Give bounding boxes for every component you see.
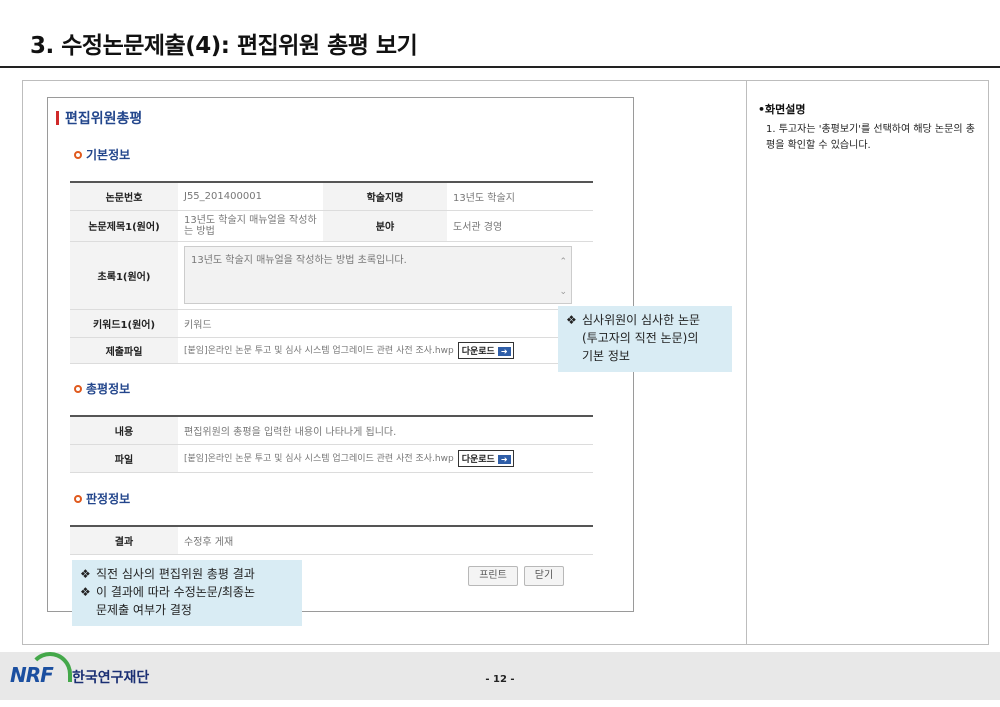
keyword-value: 키워드 — [178, 309, 593, 338]
paper-no-value: J55_201400001 — [178, 182, 323, 211]
callout-line: (투고자의 직전 논문)의 — [566, 329, 724, 347]
callout-line: 문제출 여부가 결정 — [80, 601, 294, 619]
section-bullet-icon — [74, 495, 82, 503]
description-text: 1. 투고자는 '총평보기'를 선택하여 해당 논문의 총평을 확인할 수 있습… — [766, 124, 975, 151]
section-review-label: 총평정보 — [86, 382, 131, 396]
slide-title: 3. 수정논문제출(4): 편집위원 총평 보기 — [30, 33, 418, 59]
file-label: 제출파일 — [70, 337, 178, 364]
table-row: 초록1(원어) 13년도 학술지 매뉴얼을 작성하는 방법 초록입니다. ⌃ ⌄ — [70, 241, 593, 310]
callout-text: 이 결과에 따라 수정논문/최종논 — [96, 585, 256, 599]
callout-review-result: ❖ 직전 심사의 편집위원 총평 결과 ❖ 이 결과에 따라 수정논문/최종논 문제… — [72, 560, 302, 626]
diamond-bullet-icon: ❖ — [80, 567, 91, 581]
basic-info-table: 논문번호 J55_201400001 학술지명 13년도 학술지 논문제목1(원… — [70, 181, 593, 364]
callout-line: ❖ 심사위원이 심사한 논문 — [566, 311, 724, 329]
decision-info-table: 결과 수정후 게재 — [70, 525, 593, 555]
page-number: - 12 - — [485, 674, 515, 685]
diamond-bullet-icon: ❖ — [80, 585, 91, 599]
arrow-right-icon: ➜ — [497, 454, 511, 464]
description-heading: •화면설명 — [758, 103, 806, 116]
title-divider — [0, 66, 1000, 68]
diamond-bullet-icon: ❖ — [566, 313, 577, 327]
paper-title-value: 13년도 학술지 매뉴얼을 작성하는 방법 — [178, 210, 323, 242]
abstract-value: 13년도 학술지 매뉴얼을 작성하는 방법 초록입니다. — [191, 255, 407, 266]
close-button[interactable]: 닫기 — [524, 566, 564, 586]
review-file-value[interactable]: [붙임]온라인 논문 투고 및 심사 시스템 업그레이드 관련 사전 조사.hw… — [184, 454, 454, 464]
journal-label: 학술지명 — [323, 182, 447, 211]
field-label: 분야 — [323, 210, 447, 242]
paper-no-label: 논문번호 — [70, 182, 178, 211]
scroll-down-icon[interactable]: ⌄ — [559, 287, 567, 297]
table-row: 내용 편집위원의 총평을 입력한 내용이 나타나게 됩니다. — [70, 416, 593, 445]
description-panel: •화면설명 1. 투고자는 '총평보기'를 선택하여 해당 논문의 총평을 확인… — [758, 101, 983, 154]
review-download-button[interactable]: 다운로드 ➜ — [457, 449, 514, 467]
callout-text: 기본 정보 — [582, 349, 630, 363]
print-button[interactable]: 프린트 — [468, 566, 518, 586]
callout-line: 기본 정보 — [566, 347, 724, 365]
content-value: 편집위원의 총평을 입력한 내용이 나타나게 됩니다. — [178, 416, 593, 445]
file-cell: [붙임]온라인 논문 투고 및 심사 시스템 업그레이드 관련 사전 조사.hw… — [178, 337, 593, 364]
review-popup-screen: 편집위원총평 기본정보 논문번호 J55_201400001 학술지명 13년도… — [47, 97, 634, 612]
table-row: 결과 수정후 게재 — [70, 526, 593, 555]
abstract-textarea[interactable]: 13년도 학술지 매뉴얼을 작성하는 방법 초록입니다. ⌃ ⌄ — [184, 246, 572, 304]
callout-basic-info: ❖ 심사위원이 심사한 논문 (투고자의 직전 논문)의 기본 정보 — [558, 306, 732, 372]
content-label: 내용 — [70, 416, 178, 445]
result-label: 결과 — [70, 526, 178, 555]
table-row: 파일 [붙임]온라인 논문 투고 및 심사 시스템 업그레이드 관련 사전 조사… — [70, 444, 593, 473]
callout-line: ❖ 이 결과에 따라 수정논문/최종논 — [80, 583, 294, 601]
download-label: 다운로드 — [461, 454, 495, 465]
scroll-up-icon[interactable]: ⌃ — [559, 257, 567, 267]
section-review-info: 총평정보 — [74, 380, 130, 397]
paper-title-label: 논문제목1(원어) — [70, 210, 178, 242]
download-button[interactable]: 다운로드 ➜ — [457, 341, 514, 359]
callout-text: 문제출 여부가 결정 — [96, 603, 192, 617]
section-basic-info: 기본정보 — [74, 146, 130, 163]
file-value[interactable]: [붙임]온라인 논문 투고 및 심사 시스템 업그레이드 관련 사전 조사.hw… — [184, 346, 454, 356]
footer: NRF 한국연구재단 - 12 - — [0, 652, 1000, 700]
callout-text: (투고자의 직전 논문)의 — [582, 331, 699, 345]
table-row: 논문제목1(원어) 13년도 학술지 매뉴얼을 작성하는 방법 분야 도서관 경… — [70, 210, 593, 242]
panel-divider — [746, 80, 747, 645]
result-value: 수정후 게재 — [178, 526, 593, 555]
popup-title: 편집위원총평 — [56, 108, 142, 128]
callout-line: ❖ 직전 심사의 편집위원 총평 결과 — [80, 565, 294, 583]
review-info-table: 내용 편집위원의 총평을 입력한 내용이 나타나게 됩니다. 파일 [붙임]온라… — [70, 415, 593, 473]
section-bullet-icon — [74, 151, 82, 159]
abstract-label: 초록1(원어) — [70, 241, 178, 310]
description-item: 1. 투고자는 '총평보기'를 선택하여 해당 논문의 총평을 확인할 수 있습… — [758, 122, 983, 154]
review-file-cell: [붙임]온라인 논문 투고 및 심사 시스템 업그레이드 관련 사전 조사.hw… — [178, 444, 593, 473]
popup-title-text: 편집위원총평 — [65, 111, 143, 127]
journal-value: 13년도 학술지 — [447, 182, 593, 211]
section-decision-info: 판정정보 — [74, 490, 130, 507]
abstract-cell: 13년도 학술지 매뉴얼을 작성하는 방법 초록입니다. ⌃ ⌄ — [178, 241, 593, 310]
review-file-label: 파일 — [70, 444, 178, 473]
keyword-label: 키워드1(원어) — [70, 309, 178, 338]
table-row: 키워드1(원어) 키워드 — [70, 309, 593, 338]
section-bullet-icon — [74, 385, 82, 393]
callout-text: 심사위원이 심사한 논문 — [582, 313, 701, 327]
section-decision-label: 판정정보 — [86, 492, 131, 506]
section-basic-label: 기본정보 — [86, 148, 131, 162]
callout-text: 직전 심사의 편집위원 총평 결과 — [96, 567, 255, 581]
field-value: 도서관 경영 — [447, 210, 593, 242]
title-marker-icon — [56, 111, 59, 125]
table-row: 논문번호 J55_201400001 학술지명 13년도 학술지 — [70, 182, 593, 211]
table-row: 제출파일 [붙임]온라인 논문 투고 및 심사 시스템 업그레이드 관련 사전 … — [70, 337, 593, 364]
download-label: 다운로드 — [461, 346, 495, 357]
arrow-right-icon: ➜ — [497, 346, 511, 356]
